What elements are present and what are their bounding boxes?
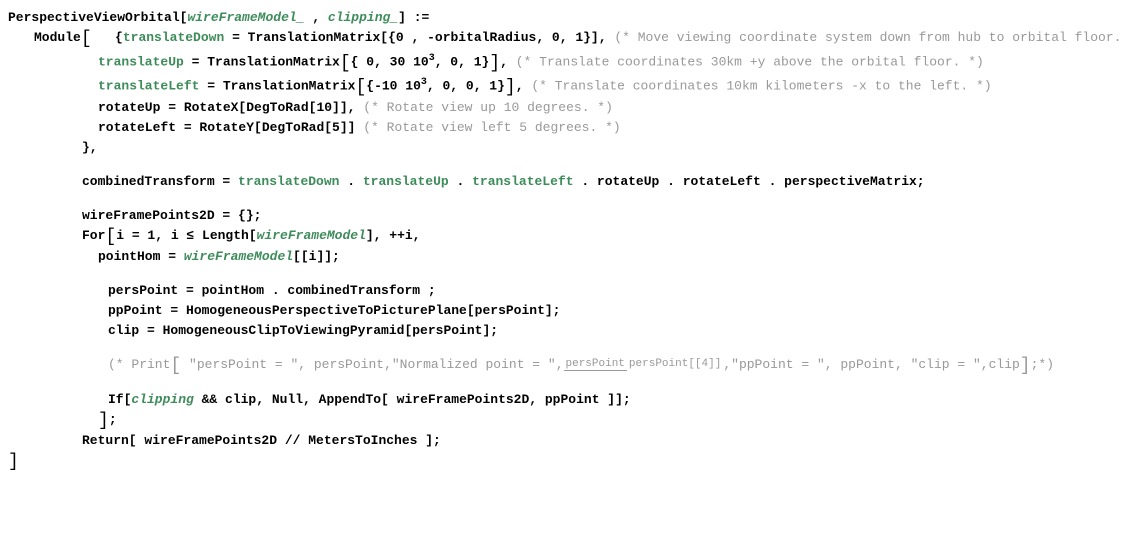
combinedTransform-line: combinedTransform = translateDown . tran… [82, 172, 1115, 192]
print-comment: (* Print[ "persPoint = ", persPoint,"Nor… [108, 355, 1115, 376]
var-translateUp: translateUp [98, 54, 184, 69]
locals-close: }, [82, 138, 1115, 158]
arg-wireframe: wireFrameModel_ [187, 10, 304, 25]
comment-rotateLeft: (* Rotate view left 5 degrees. *) [363, 120, 620, 135]
clip-line: clip = HomogeneousClipToViewingPyramid[p… [108, 321, 1115, 341]
var-translateLeft: translateLeft [98, 79, 199, 94]
code-block: PerspectiveViewOrbital[wireFrameModel_ ,… [8, 8, 1115, 472]
module-close: ] [8, 451, 1115, 472]
comment-rotateUp: (* Rotate view up 10 degrees. *) [363, 100, 613, 115]
translateLeft-line: translateLeft = TranslationMatrix[{-10 1… [98, 73, 1115, 97]
translateDown-call: TranslationMatrix[{0 , -orbitalRadius, 0… [248, 30, 607, 45]
for-close: ]; [98, 410, 1115, 431]
wf-init: wireFramePoints2D = {}; [82, 206, 1115, 226]
pointHom-line: pointHom = wireFrameModel[[i]]; [98, 247, 1115, 267]
persPoint-line: persPoint = pointHom . combinedTransform… [108, 281, 1115, 301]
comment-translateLeft: (* Translate coordinates 10km kilometers… [531, 79, 991, 94]
fn-def: PerspectiveViewOrbital[wireFrameModel_ ,… [8, 8, 1115, 28]
comment-translateDown: (* Move viewing coordinate system down f… [614, 30, 1123, 45]
assign-op: := [414, 10, 430, 25]
return-line: Return[ wireFramePoints2D // MetersToInc… [82, 431, 1115, 451]
module-kw: Module [34, 30, 81, 45]
ppPoint-line: ppPoint = HomogeneousPerspectiveToPictur… [108, 301, 1115, 321]
if-line: If[clipping && clip, Null, AppendTo[ wir… [108, 390, 1115, 410]
comment-translateUp: (* Translate coordinates 30km +y above t… [516, 54, 984, 69]
var-translateDown: translateDown [123, 30, 224, 45]
module-open: Module[ {translateDown = TranslationMatr… [34, 28, 1115, 49]
rotateLeft-line: rotateLeft = RotateY[DegToRad[5]] (* Rot… [98, 118, 1115, 138]
rotateUp-line: rotateUp = RotateX[DegToRad[10]], (* Rot… [98, 98, 1115, 118]
translateUp-line: translateUp = TranslationMatrix[{ 0, 30 … [98, 49, 1115, 73]
arg-clipping: clipping_ [328, 10, 398, 25]
fn-name: PerspectiveViewOrbital [8, 10, 180, 25]
for-head: For[i = 1, i ≤ Length[wireFrameModel], +… [82, 226, 1115, 247]
